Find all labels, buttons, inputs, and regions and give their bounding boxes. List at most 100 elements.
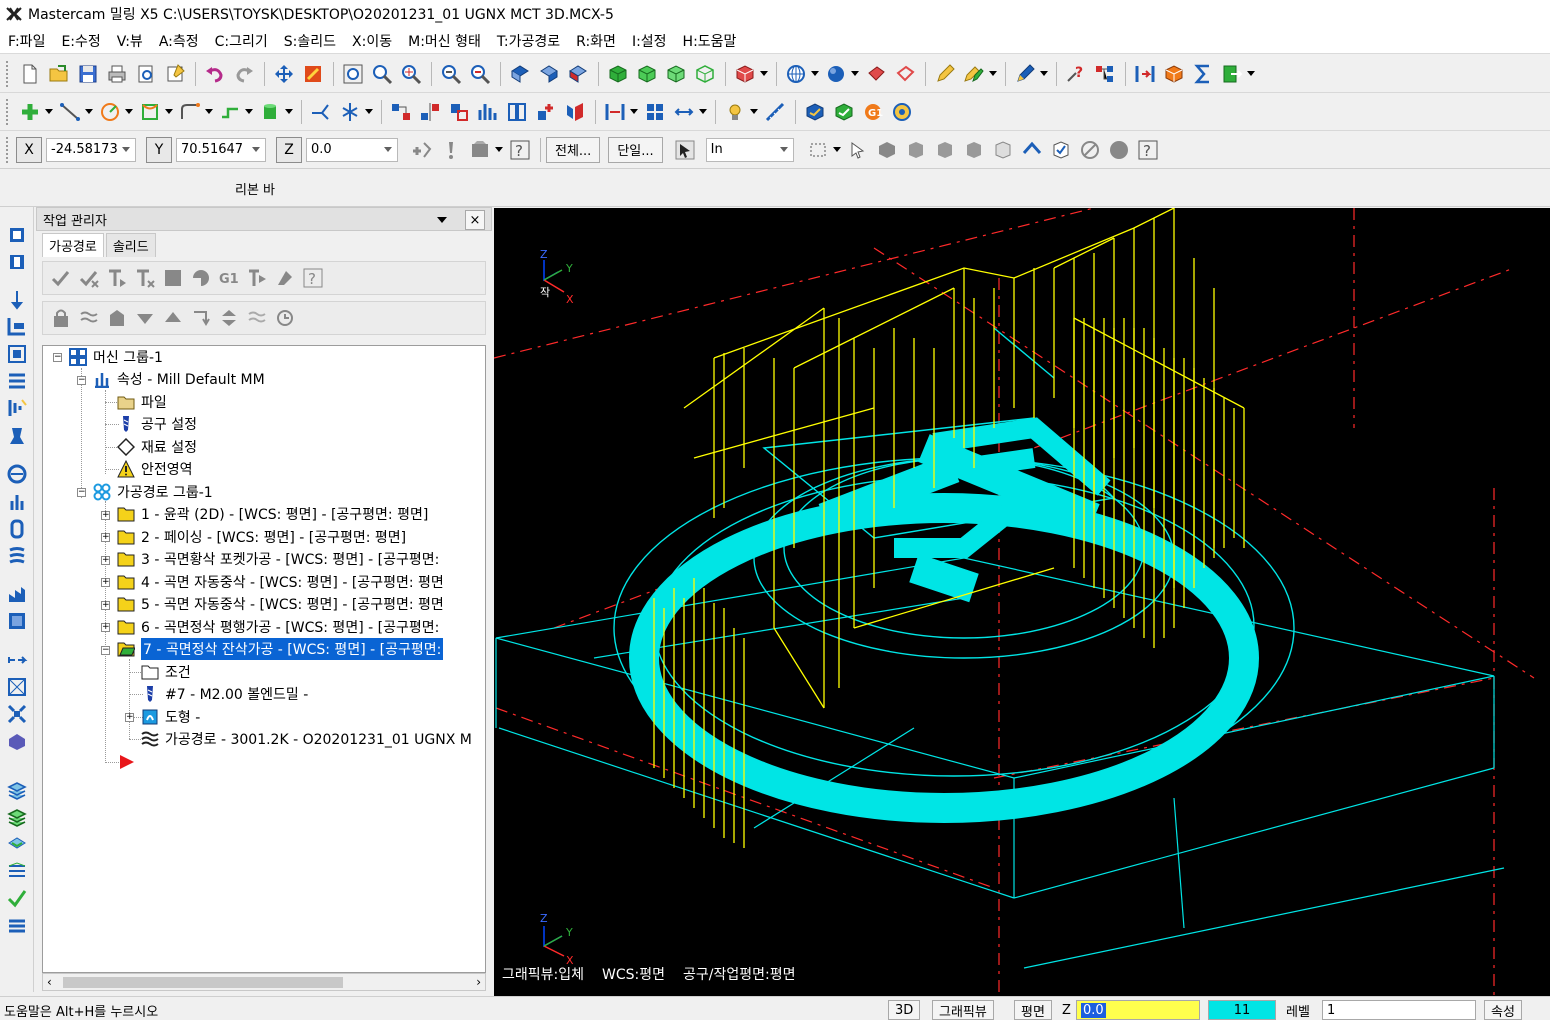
fillet-dropdown[interactable] [165, 98, 173, 126]
tab-solids[interactable]: 솔리드 [105, 233, 156, 257]
regenerate-dirty-icon[interactable] [133, 266, 157, 290]
collapse-toggle[interactable]: − [101, 646, 110, 655]
expand-toggle[interactable]: + [125, 713, 134, 722]
select-window-dropdown[interactable] [833, 136, 841, 164]
scrollbar-thumb[interactable] [63, 977, 343, 988]
tree-tool-settings[interactable]: 공구 설정 [117, 413, 197, 435]
dimension-dropdown[interactable] [699, 98, 707, 126]
light-dropdown[interactable] [750, 98, 758, 126]
open-file-icon[interactable] [45, 60, 73, 88]
help-arrow-icon[interactable]: ? [1062, 60, 1090, 88]
autocursor-settings-icon[interactable] [466, 136, 494, 164]
layer-green-icon[interactable] [6, 806, 28, 828]
tree-toolpath-group[interactable]: 가공경로 그룹-1 [93, 481, 213, 503]
help-icon[interactable]: ? [506, 136, 534, 164]
unzoom-icon[interactable] [466, 60, 494, 88]
toolpath-transform-icon[interactable] [6, 649, 28, 671]
scroll-to-insert-icon[interactable] [217, 306, 241, 330]
layer-stack-icon[interactable] [6, 860, 28, 882]
xform-rotate-icon[interactable] [445, 98, 473, 126]
xform-scale-icon[interactable] [474, 98, 502, 126]
toolpath-wireframe-icon[interactable] [6, 676, 28, 698]
expand-toggle[interactable]: + [101, 623, 110, 632]
break-icon[interactable] [336, 98, 364, 126]
measure-icon[interactable] [761, 98, 789, 126]
xform-translate-icon[interactable] [387, 98, 415, 126]
expand-toggle[interactable]: + [101, 511, 110, 520]
tree-operation-7[interactable]: 7 - 곡면정삭 잔삭가공 - [WCS: 평면] - [공구평면: [117, 638, 444, 660]
tree-parameters[interactable]: 조건 [141, 661, 191, 683]
cylinder-icon[interactable] [256, 98, 284, 126]
clear-selection-icon[interactable] [1076, 136, 1104, 164]
orange-cube-icon[interactable] [1160, 60, 1188, 88]
circle-dropdown[interactable] [125, 98, 133, 126]
menu-file[interactable]: F:파일 [8, 31, 45, 51]
layer-blue-icon[interactable] [6, 833, 28, 855]
stretch-icon[interactable] [601, 98, 629, 126]
multi-pencil-icon[interactable] [960, 60, 988, 88]
wireframe-cube-icon[interactable] [691, 60, 719, 88]
select-face-icon[interactable] [931, 136, 959, 164]
x-coord-field[interactable]: -24.58173 [46, 137, 136, 162]
chevron-down-icon[interactable] [433, 211, 451, 229]
undo-icon[interactable] [201, 60, 229, 88]
verify-op-icon[interactable] [189, 266, 213, 290]
expand-toggle[interactable]: + [101, 578, 110, 587]
end-selection-icon[interactable] [1105, 136, 1133, 164]
xform-offset-icon[interactable] [503, 98, 531, 126]
globe-icon[interactable] [782, 60, 810, 88]
sphere-dropdown[interactable] [851, 60, 859, 88]
export-icon[interactable] [1218, 60, 1246, 88]
regenerate-icon[interactable] [105, 266, 129, 290]
y-coord-button[interactable]: Y [146, 136, 172, 163]
collapse-toggle[interactable]: − [77, 488, 86, 497]
toolpath-drill-icon[interactable] [6, 288, 28, 310]
toolpath-thread-icon[interactable] [6, 370, 28, 392]
xform-mirror-icon[interactable] [416, 98, 444, 126]
spline-dropdown[interactable] [205, 98, 213, 126]
status-level-input[interactable]: 1 [1322, 1000, 1476, 1020]
menu-xform[interactable]: X:이동 [352, 31, 392, 51]
light-icon[interactable] [721, 98, 749, 126]
horizontal-scrollbar[interactable]: ‹ › [42, 973, 486, 991]
isometric-icon[interactable] [633, 60, 661, 88]
toolpath-pocket-icon[interactable] [6, 251, 28, 273]
chevron-down-icon[interactable] [251, 145, 261, 155]
toolpath-engrave-icon[interactable] [6, 397, 28, 419]
tree-operation-6[interactable]: 6 - 곡면정삭 평행가공 - [WCS: 평면] - [공구평면: [117, 616, 439, 638]
polyline-icon[interactable] [216, 98, 244, 126]
backplot-icon[interactable] [801, 98, 829, 126]
ops-help-icon[interactable]: ? [301, 266, 325, 290]
simulate-icon[interactable] [888, 98, 916, 126]
sphere-icon[interactable] [822, 60, 850, 88]
x-coord-button[interactable]: X [16, 136, 42, 163]
select-loop-icon[interactable] [1018, 136, 1046, 164]
circle-icon[interactable] [96, 98, 124, 126]
tree-operation-2[interactable]: 2 - 페이싱 - [WCS: 평면] - [공구평면: 평면] [117, 526, 406, 548]
gview-side-icon[interactable] [564, 60, 592, 88]
layer-icon[interactable] [6, 779, 28, 801]
selection-help-icon[interactable]: ? [1134, 136, 1162, 164]
point-dropdown[interactable] [45, 98, 53, 126]
marker-dropdown[interactable] [1040, 60, 1048, 88]
menu-screen[interactable]: R:화면 [576, 31, 616, 51]
collapse-toggle[interactable]: − [53, 353, 62, 362]
graphics-viewport[interactable]: Z Y X 작 Z Y X 그래픽뷰:입체 WCS:평면 공구/작업평면:평면 [494, 208, 1550, 996]
only-show-assoc-icon[interactable] [273, 306, 297, 330]
move-after-icon[interactable] [189, 306, 213, 330]
status-color-swatch[interactable]: 11 [1208, 1000, 1276, 1020]
select-solid-icon[interactable] [873, 136, 901, 164]
toolpath-contour-icon[interactable] [6, 224, 28, 246]
y-coord-field[interactable]: 70.51647 [176, 137, 266, 162]
toolpath-stock-icon[interactable] [6, 731, 28, 753]
print-icon[interactable] [103, 60, 131, 88]
tree-toolpath[interactable]: 가공경로 - 3001.2K - O20201231_01 UGNX M [141, 728, 472, 750]
verify-selection-icon[interactable] [844, 136, 872, 164]
xform-roll-icon[interactable] [561, 98, 589, 126]
sigma-icon[interactable] [1189, 60, 1217, 88]
tree-tool[interactable]: #7 - M2.00 볼엔드밀 - [141, 683, 308, 705]
tree-operation-4[interactable]: 4 - 곡면 자동중삭 - [WCS: 평면] - [공구평면: 평면 [117, 571, 444, 593]
tree-properties[interactable]: 속성 - Mill Default MM [93, 368, 265, 390]
status-z-input[interactable]: 0.0 [1076, 1000, 1200, 1020]
toolpath-hole-icon[interactable] [6, 425, 28, 447]
